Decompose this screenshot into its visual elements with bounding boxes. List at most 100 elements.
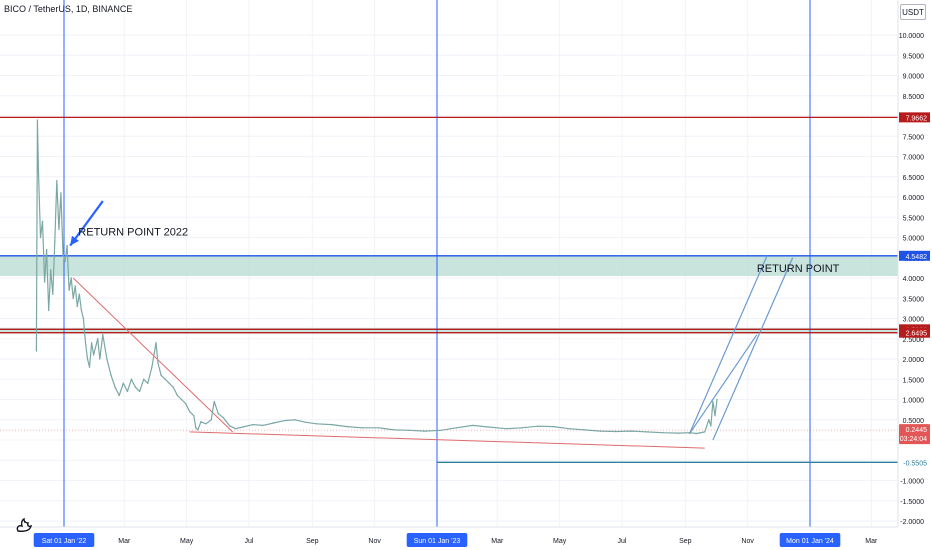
- price-point: [147, 382, 149, 384]
- price-point: [82, 317, 85, 320]
- price-point: [102, 334, 104, 336]
- price-tick-label: 6.5000: [903, 175, 925, 182]
- price-point: [35, 350, 38, 352]
- price-point: [583, 429, 585, 431]
- level-label-text: 7.9662: [906, 115, 928, 122]
- price-point: [47, 309, 50, 312]
- price-point: [662, 432, 664, 434]
- price-tick-label: 9.5000: [903, 53, 925, 60]
- price-point: [64, 261, 66, 263]
- level-label-text: -0.5505: [903, 460, 927, 467]
- price-point: [712, 400, 714, 403]
- price-point: [78, 293, 81, 295]
- price-point: [242, 426, 244, 428]
- price-tick-label: 4.0000: [903, 276, 925, 283]
- price-point: [92, 354, 95, 356]
- price-chart[interactable]: RETURN POINT 2022 RETURN POINT 10.0000 9.5…: [0, 0, 932, 550]
- level-label-text: 4.5482: [906, 254, 928, 261]
- price-point: [160, 374, 162, 376]
- price-point: [143, 378, 145, 380]
- price-tick-label: 0.5000: [903, 418, 925, 425]
- price-tick-label: -1.0000: [900, 479, 924, 486]
- price-point: [716, 398, 718, 401]
- time-tick-label-highlight: Sun 01 Jan '23: [414, 538, 461, 545]
- price-point: [361, 427, 364, 429]
- time-tick-label: Jul: [617, 538, 626, 545]
- price-point: [378, 427, 380, 429]
- price-point: [157, 362, 159, 364]
- price-point: [66, 244, 68, 247]
- price-point: [72, 297, 74, 299]
- price-point: [138, 390, 141, 393]
- price-tick-label: 2.0000: [903, 357, 925, 364]
- price-point: [210, 419, 212, 421]
- price-point: [455, 427, 458, 429]
- price-point: [172, 386, 175, 389]
- annotation-text: RETURN POINT 2022: [78, 226, 188, 238]
- price-axis[interactable]: 10.00009.50009.00008.50008.00007.50007.0…: [897, 0, 932, 550]
- price-tick-label: -1.5000: [900, 499, 924, 506]
- price-point: [408, 429, 411, 431]
- price-point: [714, 415, 716, 417]
- price-point: [41, 220, 44, 222]
- price-point: [222, 417, 225, 419]
- level-label-text: 2.6495: [906, 331, 928, 338]
- price-point: [43, 281, 46, 283]
- price-point: [213, 400, 215, 403]
- price-tick-label: -2.0000: [900, 519, 924, 526]
- price-point: [708, 419, 710, 421]
- price-point: [106, 358, 108, 360]
- price-point: [472, 424, 474, 427]
- current-price-label: 0.2445: [906, 427, 928, 434]
- price-point: [217, 412, 220, 415]
- price-tick-label: 1.5000: [903, 377, 925, 384]
- time-tick-label: Mar: [491, 538, 504, 545]
- price-point: [615, 430, 617, 433]
- time-tick-label: Nov: [368, 538, 381, 545]
- price-point: [695, 432, 698, 435]
- price-point: [677, 432, 679, 434]
- price-tick-label: 7.0000: [903, 155, 925, 162]
- price-point: [599, 430, 602, 432]
- price-point: [155, 342, 157, 344]
- price-point: [521, 427, 523, 429]
- price-point: [114, 386, 116, 389]
- price-tick-label: 9.0000: [903, 74, 925, 81]
- price-tick-label: 5.0000: [903, 236, 925, 243]
- annotation-text: RETURN POINT: [757, 263, 840, 275]
- price-point: [272, 422, 275, 424]
- time-tick-label-highlight: Sat 01 Jan '22: [42, 538, 87, 545]
- price-point: [97, 338, 99, 340]
- price-point: [151, 366, 153, 368]
- price-point: [45, 248, 48, 251]
- price-point: [645, 431, 648, 433]
- price-point: [68, 289, 70, 291]
- price-point: [331, 423, 333, 426]
- price-tick-label: 5.5000: [903, 215, 925, 222]
- price-point: [134, 386, 137, 389]
- price-tick-label: 3.5000: [903, 296, 925, 303]
- price-point: [130, 378, 133, 380]
- time-tick-label: May: [180, 538, 194, 545]
- price-point: [205, 423, 207, 425]
- price-point: [168, 382, 170, 384]
- price-point: [74, 285, 76, 287]
- price-point: [176, 394, 179, 397]
- price-point: [568, 427, 570, 430]
- symbol-title: BICO / TetherUS, 1D, BINANCE: [4, 4, 133, 14]
- price-tick-label: 6.0000: [903, 195, 925, 202]
- price-point: [126, 390, 129, 393]
- price-point: [37, 172, 40, 174]
- price-point: [505, 427, 508, 430]
- price-point: [304, 421, 306, 423]
- time-tick-label: Sep: [679, 538, 692, 545]
- price-point: [346, 425, 348, 428]
- price-point: [315, 423, 318, 425]
- price-point: [284, 419, 286, 422]
- price-point: [688, 432, 691, 434]
- currency-button[interactable]: USDT: [900, 4, 926, 20]
- price-point: [99, 358, 101, 360]
- price-point: [252, 423, 254, 426]
- price-point: [84, 342, 87, 344]
- price-point: [552, 425, 555, 428]
